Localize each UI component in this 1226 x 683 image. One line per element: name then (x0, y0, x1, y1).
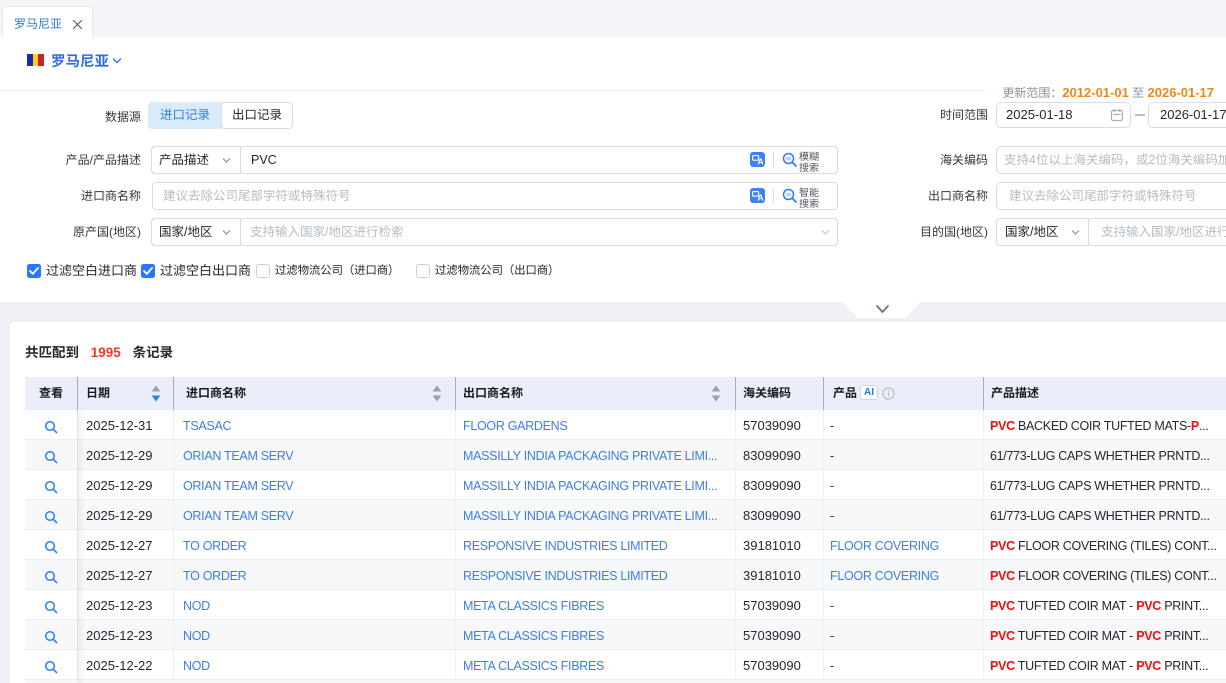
svg-text:A: A (758, 156, 764, 166)
svg-text:A: A (758, 192, 764, 202)
